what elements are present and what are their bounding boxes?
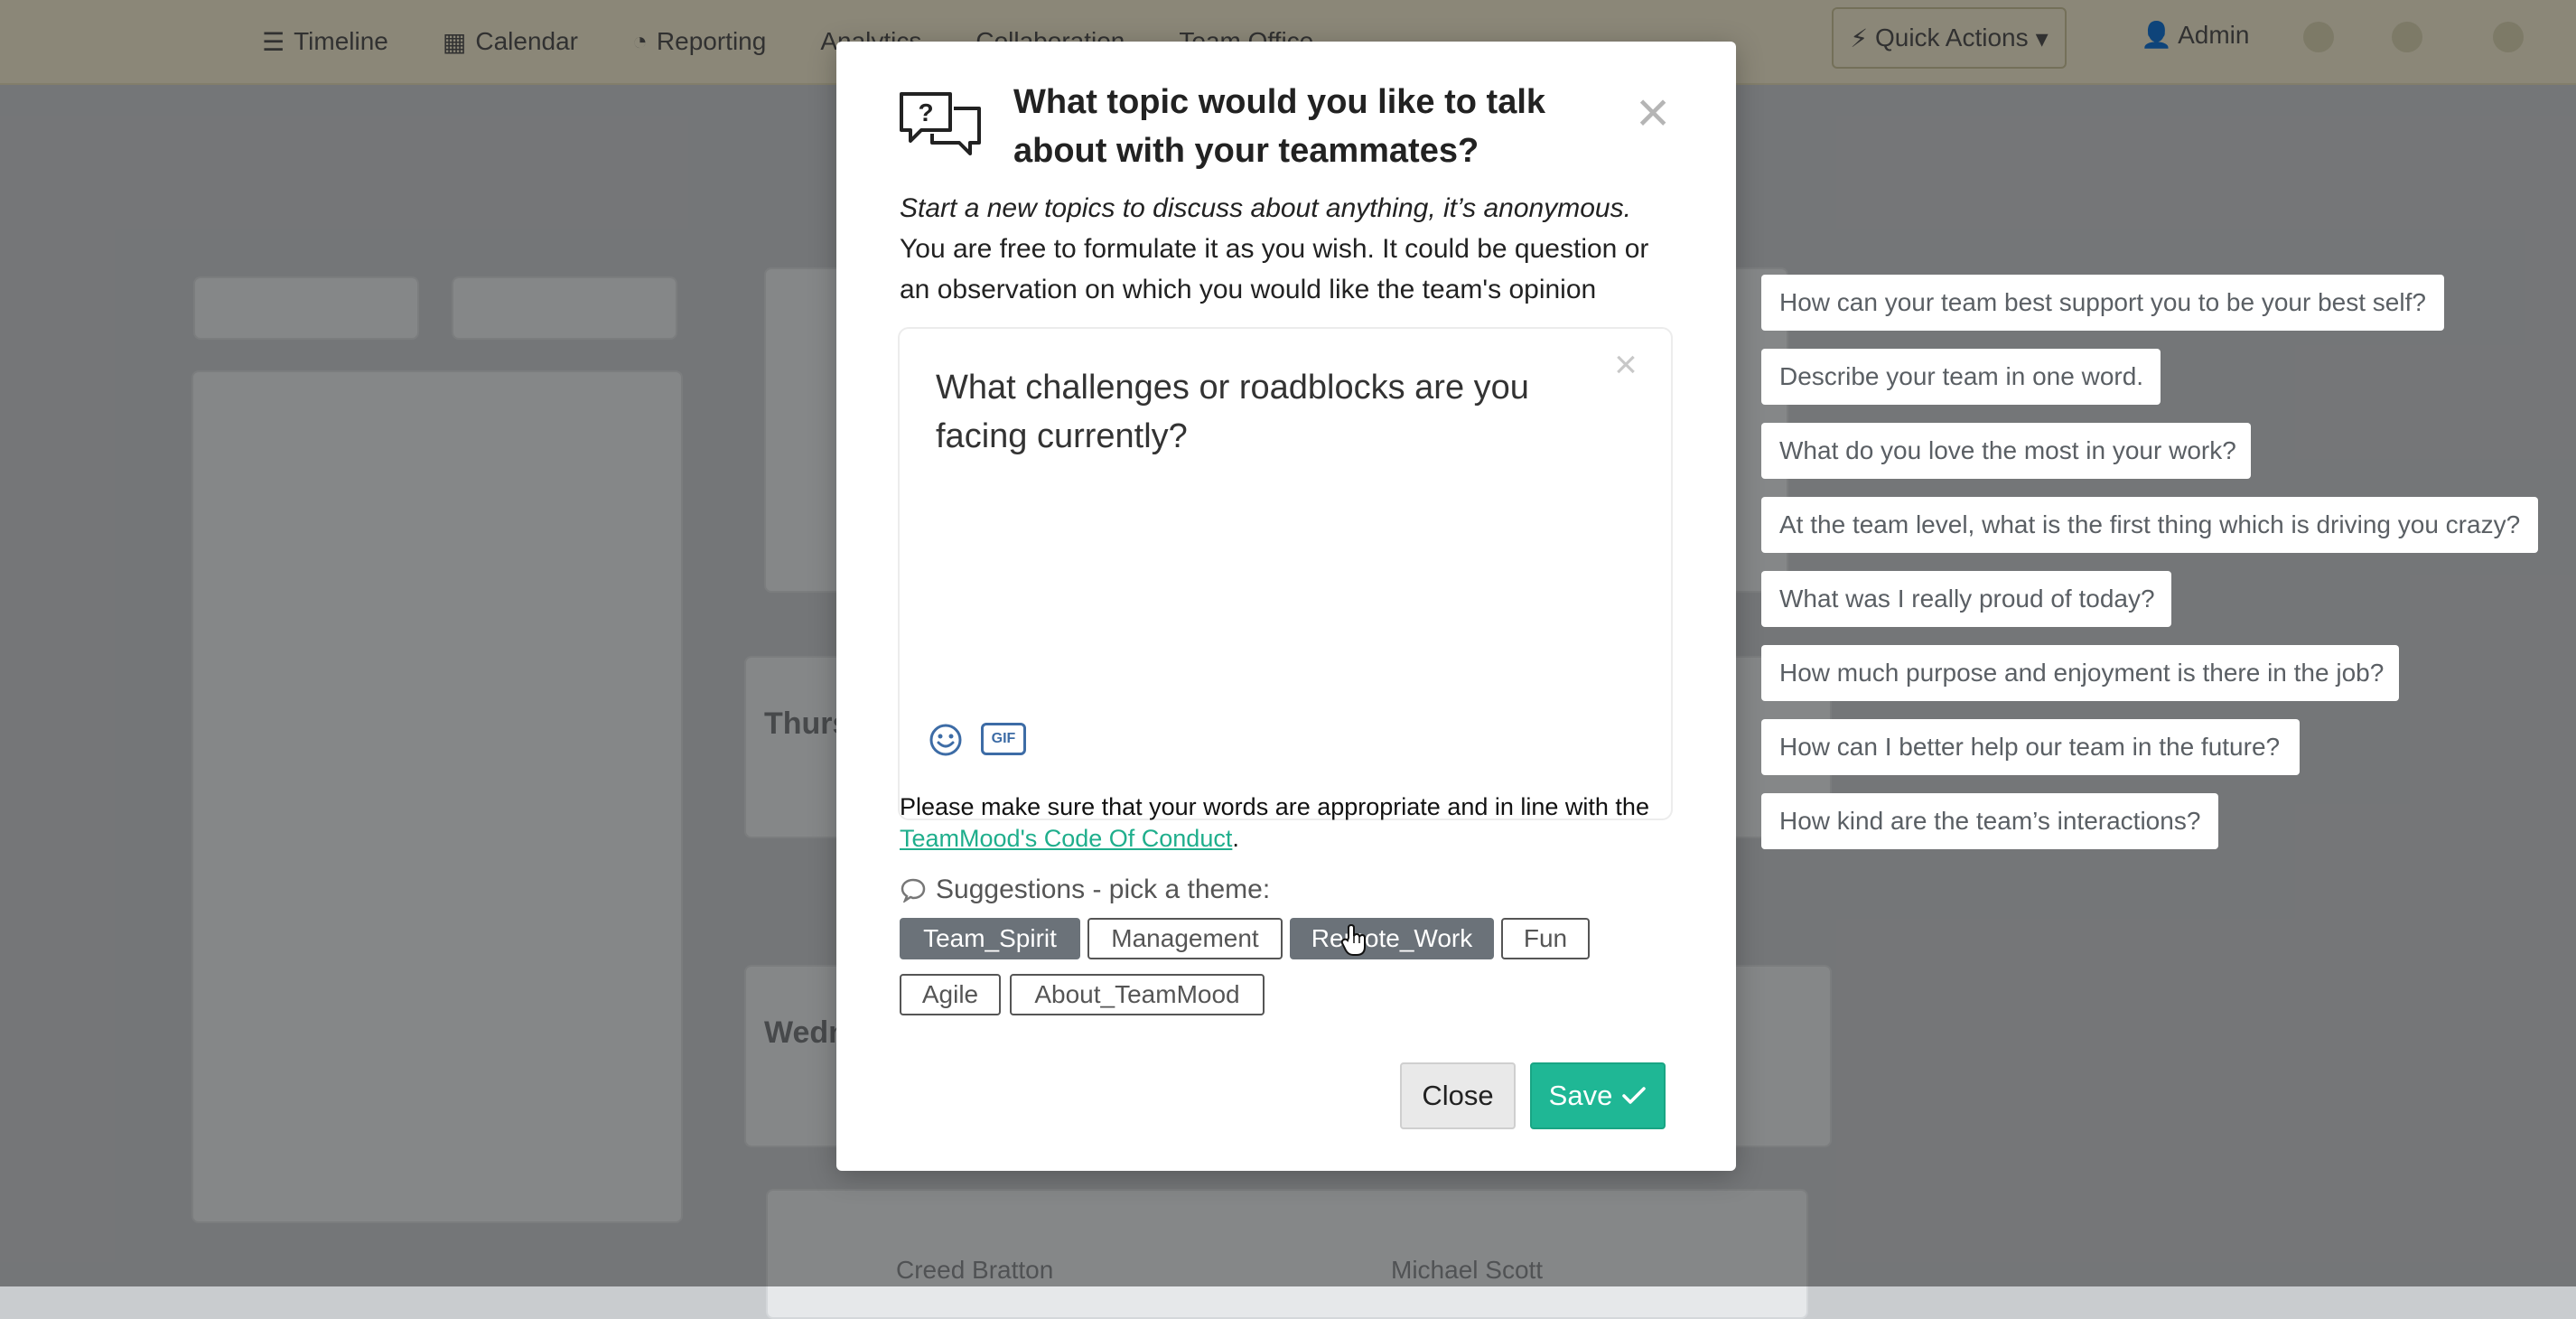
checkmark-icon (1622, 1087, 1647, 1104)
theme-chip-fun[interactable]: Fun (1501, 918, 1590, 959)
modal-description: Start a new topics to discuss about anyt… (900, 188, 1676, 310)
clear-icon[interactable]: × (1608, 345, 1644, 385)
suggestions-label: Suggestions - pick a theme: (936, 875, 1271, 904)
topic-input[interactable]: What challenges or roadblocks are you fa… (936, 363, 1604, 461)
code-of-conduct-link[interactable]: TeamMood's Code Of Conduct (900, 825, 1232, 852)
save-button[interactable]: Save (1530, 1062, 1666, 1129)
theme-chip-team-spirit[interactable]: Team_Spirit (900, 918, 1080, 959)
hand-cursor-icon (1340, 923, 1366, 956)
suggestion-item[interactable]: At the team level, what is the first thi… (1761, 497, 2538, 553)
suggestion-item[interactable]: What do you love the most in your work? (1761, 423, 2251, 479)
close-button[interactable]: Close (1400, 1062, 1516, 1129)
code-of-conduct-notice: Please make sure that your words are app… (900, 791, 1676, 855)
suggestions-heading: Suggestions - pick a theme: (900, 875, 1270, 905)
theme-chip-about-teammood[interactable]: About_TeamMood (1010, 974, 1265, 1015)
save-label: Save (1548, 1080, 1613, 1111)
suggestion-item[interactable]: How can your team best support you to be… (1761, 275, 2444, 331)
theme-chip-remote-work[interactable]: Remote_Work (1290, 918, 1494, 959)
suggestion-item[interactable]: How can I better help our team in the fu… (1761, 719, 2300, 775)
theme-chip-agile[interactable]: Agile (900, 974, 1001, 1015)
chat-question-icon: ? (900, 92, 981, 155)
emoji-icon[interactable] (929, 723, 963, 757)
svg-text:?: ? (918, 98, 933, 126)
conduct-end: . (1232, 825, 1239, 852)
suggestion-item[interactable]: What was I really proud of today? (1761, 571, 2171, 627)
speech-bubble-icon (901, 878, 926, 903)
theme-chip-management[interactable]: Management (1087, 918, 1283, 959)
description-text: You are free to formulate it as you wish… (900, 234, 1649, 304)
gif-button[interactable]: GIF (981, 723, 1026, 755)
suggestion-item[interactable]: How kind are the team’s interactions? (1761, 793, 2218, 849)
conduct-text: Please make sure that your words are app… (900, 793, 1649, 820)
suggestion-item[interactable]: How much purpose and enjoyment is there … (1761, 645, 2399, 701)
topic-editor[interactable]: What challenges or roadblocks are you fa… (898, 327, 1673, 820)
close-icon[interactable]: × (1628, 83, 1678, 141)
suggestion-item[interactable]: Describe your team in one word. (1761, 349, 2161, 405)
modal-title: What topic would you like to talk about … (1013, 83, 1546, 170)
description-italic: Start a new topics to discuss about anyt… (900, 193, 1631, 223)
new-topic-modal: ? What topic would you like to talk abou… (836, 42, 1736, 1171)
